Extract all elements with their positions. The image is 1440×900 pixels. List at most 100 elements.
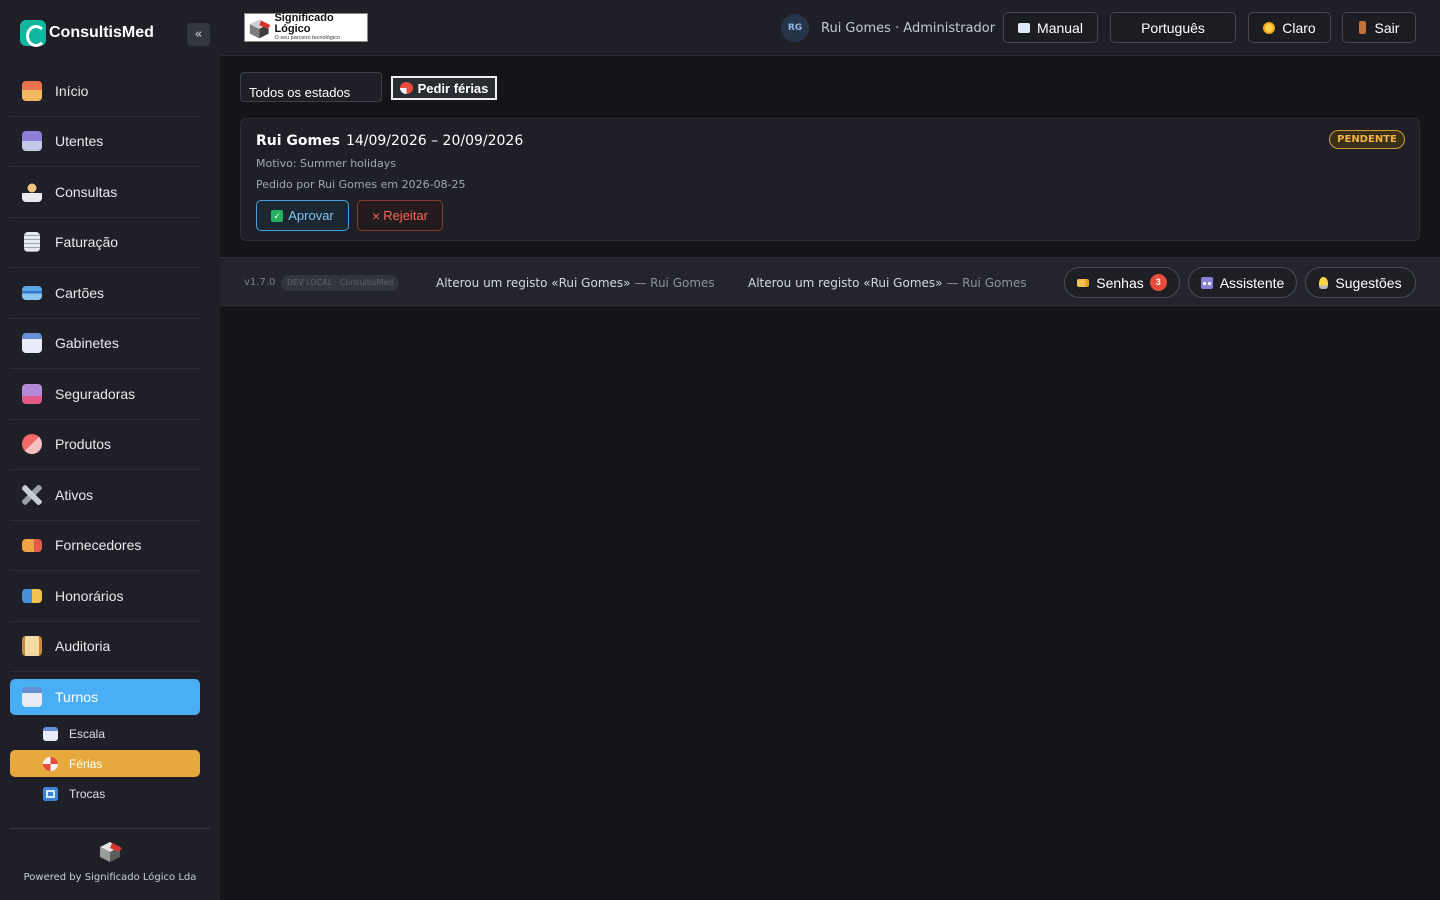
suggestions-button[interactable]: Sugestões bbox=[1305, 267, 1416, 298]
doctor-icon bbox=[22, 181, 42, 202]
logout-button[interactable]: Sair bbox=[1342, 12, 1416, 43]
sidebar-item-inicio[interactable]: Início bbox=[10, 66, 200, 117]
sidebar-item-consultas[interactable]: Consultas bbox=[10, 167, 200, 218]
tickets-button-label: Senhas bbox=[1096, 274, 1144, 291]
activity-author: — Rui Gomes bbox=[946, 276, 1027, 290]
truck-icon bbox=[22, 538, 42, 552]
vacation-request-card: Rui Gomes 14/09/2026 – 20/09/2026 Motivo:… bbox=[240, 118, 1420, 241]
manual-button[interactable]: Manual bbox=[1003, 12, 1098, 43]
lightbulb-icon bbox=[1319, 276, 1329, 289]
book-icon bbox=[1018, 22, 1031, 33]
door-icon bbox=[1358, 21, 1366, 34]
sidebar-item-label: Honorários bbox=[55, 587, 124, 604]
sidebar-subitem-ferias[interactable]: Férias bbox=[10, 750, 200, 777]
sidebar-subitem-escala[interactable]: Escala bbox=[10, 720, 200, 747]
sidebar-item-label: Auditoria bbox=[55, 638, 111, 655]
request-requested-by: Pedido por Rui Gomes em 2026-08-25 bbox=[256, 178, 466, 191]
company-logo-title: Significado Lógico bbox=[274, 12, 334, 36]
sidebar-subitem-label: Trocas bbox=[69, 786, 106, 801]
calendar-icon bbox=[43, 726, 58, 741]
sidebar-nav: Início Utentes Consultas Faturação Cartõ… bbox=[10, 66, 200, 801]
language-button[interactable]: Português bbox=[1110, 12, 1236, 43]
sidebar-item-cartoes[interactable]: Cartões bbox=[10, 268, 200, 319]
receipt-icon bbox=[24, 232, 40, 253]
sidebar-subitem-label: Férias bbox=[69, 756, 103, 771]
brand[interactable]: ConsultisMed bbox=[20, 20, 154, 47]
status-bar: v1.7.0 DEV LOCAL · ConsultisMed Alterou … bbox=[220, 257, 1440, 306]
house-icon bbox=[22, 80, 42, 101]
environment-badge: DEV LOCAL · ConsultisMed bbox=[281, 275, 400, 291]
calendar-icon bbox=[22, 687, 42, 707]
patients-icon bbox=[22, 131, 42, 152]
swap-icon bbox=[43, 786, 58, 801]
powered-by-text: Powered by Significado Lógico Lda bbox=[23, 872, 197, 883]
pill-icon bbox=[22, 434, 42, 455]
close-icon: × bbox=[372, 207, 381, 224]
sidebar-item-label: Faturação bbox=[55, 234, 119, 251]
activity-text: Alterou um registo «Rui Gomes» bbox=[748, 276, 943, 290]
sidebar-item-label: Ativos bbox=[55, 486, 94, 503]
assistant-button[interactable]: Assistente bbox=[1188, 267, 1297, 298]
sidebar-item-auditoria[interactable]: Auditoria bbox=[10, 622, 200, 672]
beach-umbrella-icon bbox=[399, 82, 413, 94]
sidebar-item-label: Gabinetes bbox=[55, 335, 119, 352]
sidebar-item-seguradoras[interactable]: Seguradoras bbox=[10, 369, 200, 420]
status-filter-select[interactable]: Todos os estados bbox=[240, 72, 382, 102]
activity-text: Alterou um registo «Rui Gomes» bbox=[436, 276, 631, 290]
ticket-icon bbox=[1077, 278, 1090, 287]
company-logo[interactable]: Significado Lógico O seu parceiro tecnol… bbox=[244, 13, 368, 42]
request-employee-name: Rui Gomes bbox=[256, 133, 340, 149]
brand-name: ConsultisMed bbox=[49, 24, 154, 41]
status-badge: PENDENTE bbox=[1329, 130, 1405, 149]
sidebar-divider bbox=[10, 828, 210, 829]
sidebar-item-utentes[interactable]: Utentes bbox=[10, 117, 200, 167]
avatar[interactable]: RG bbox=[781, 14, 809, 42]
sidebar-item-label: Cartões bbox=[55, 284, 105, 301]
sidebar-item-gabinetes[interactable]: Gabinetes bbox=[10, 319, 200, 369]
approve-button-label: Aprovar bbox=[288, 208, 334, 223]
theme-toggle-button[interactable]: Claro bbox=[1248, 12, 1331, 43]
consultismed-logo-icon bbox=[20, 20, 46, 47]
sidebar-item-label: Fornecedores bbox=[55, 537, 142, 554]
language-button-label: Português bbox=[1141, 19, 1205, 36]
sidebar-item-honorarios[interactable]: Honorários bbox=[10, 571, 200, 622]
reject-button-label: Rejeitar bbox=[383, 208, 428, 223]
activity-item[interactable]: Alterou um registo «Rui Gomes» — Rui Gom… bbox=[748, 276, 1027, 290]
approve-button[interactable]: ✓ Aprovar bbox=[256, 200, 349, 231]
suggestions-button-label: Sugestões bbox=[1335, 274, 1402, 291]
significado-logico-mark-icon bbox=[249, 19, 271, 38]
activity-item[interactable]: Alterou um registo «Rui Gomes» — Rui Gom… bbox=[436, 276, 715, 290]
tickets-button[interactable]: Senhas 3 bbox=[1064, 267, 1180, 298]
request-dates: 14/09/2026 – 20/09/2026 bbox=[345, 133, 524, 149]
check-icon: ✓ bbox=[271, 209, 284, 222]
tools-icon bbox=[22, 484, 42, 505]
top-bar: Significado Lógico O seu parceiro tecnol… bbox=[220, 0, 1440, 56]
request-reason: Motivo: Summer holidays bbox=[256, 157, 396, 170]
sidebar-subitem-trocas[interactable]: Trocas bbox=[10, 780, 200, 807]
sidebar-item-fornecedores[interactable]: Fornecedores bbox=[10, 521, 200, 571]
reject-button[interactable]: × Rejeitar bbox=[357, 200, 443, 231]
card-icon bbox=[22, 285, 42, 300]
sidebar: ConsultisMed « Início Utentes Consultas … bbox=[0, 0, 220, 900]
sidebar-item-produtos[interactable]: Produtos bbox=[10, 420, 200, 470]
sidebar-item-label: Início bbox=[55, 82, 89, 99]
insurance-icon bbox=[22, 383, 42, 404]
company-logo-tagline: O seu parceiro tecnológico bbox=[274, 35, 340, 42]
user-name: Rui Gomes · Administrador bbox=[821, 21, 996, 36]
sidebar-item-turnos[interactable]: Turnos bbox=[10, 679, 200, 715]
sidebar-item-ativos[interactable]: Ativos bbox=[10, 470, 200, 521]
assistant-button-label: Assistente bbox=[1219, 274, 1285, 291]
manual-button-label: Manual bbox=[1037, 19, 1083, 36]
sidebar-item-label: Seguradoras bbox=[55, 385, 136, 402]
sidebar-item-label: Produtos bbox=[55, 436, 112, 453]
sidebar-subitem-label: Escala bbox=[69, 726, 106, 741]
sidebar-item-faturacao[interactable]: Faturação bbox=[10, 218, 200, 268]
request-title: Rui Gomes 14/09/2026 – 20/09/2026 bbox=[256, 133, 523, 149]
collapse-sidebar-button[interactable]: « bbox=[187, 23, 210, 46]
theme-button-label: Claro bbox=[1282, 19, 1316, 36]
request-vacation-label: Pedir férias bbox=[417, 80, 489, 96]
robot-icon bbox=[1200, 276, 1213, 289]
activity-author: — Rui Gomes bbox=[634, 276, 715, 290]
request-vacation-button[interactable]: Pedir férias bbox=[391, 76, 497, 100]
significado-logico-logo-icon bbox=[100, 842, 122, 862]
